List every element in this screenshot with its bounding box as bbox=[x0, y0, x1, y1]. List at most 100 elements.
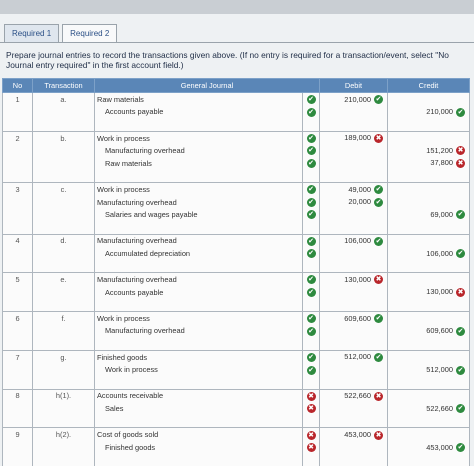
credit-field[interactable] bbox=[388, 312, 470, 325]
journal-spacer-row bbox=[3, 454, 470, 466]
credit-field[interactable] bbox=[388, 350, 470, 363]
journal-line-row: Manufacturing overhead✔ 609,600✔ bbox=[3, 325, 470, 338]
amount-value: 210,000 bbox=[426, 107, 453, 116]
account-field[interactable]: Accounts payable bbox=[95, 106, 303, 119]
credit-field[interactable] bbox=[388, 428, 470, 441]
transaction-label: c. bbox=[33, 183, 95, 196]
account-status: ✔ bbox=[303, 157, 320, 170]
journal-line-row: Work in process✔512,000✔ bbox=[3, 363, 470, 376]
debit-field[interactable]: 522,660✖ bbox=[320, 389, 388, 402]
account-field[interactable]: Cost of goods sold bbox=[95, 428, 303, 441]
debit-field[interactable]: 512,000✔ bbox=[320, 350, 388, 363]
check-icon: ✔ bbox=[307, 95, 316, 104]
account-field[interactable]: Work in process bbox=[95, 131, 303, 144]
debit-field[interactable]: 453,000✖ bbox=[320, 428, 388, 441]
credit-field[interactable] bbox=[388, 131, 470, 144]
journal-line-row: 3c.Work in process✔49,000✔ bbox=[3, 183, 470, 196]
debit-field[interactable]: 49,000✔ bbox=[320, 183, 388, 196]
account-field[interactable]: Accumulated depreciation bbox=[95, 247, 303, 260]
journal-spacer-row bbox=[3, 118, 470, 131]
debit-field[interactable] bbox=[320, 106, 388, 119]
account-field[interactable]: Manufacturing overhead bbox=[95, 144, 303, 157]
debit-field[interactable]: 20,000✔ bbox=[320, 196, 388, 209]
account-field[interactable]: Manufacturing overhead bbox=[95, 325, 303, 338]
account-field[interactable]: Manufacturing overhead bbox=[95, 196, 303, 209]
credit-field[interactable]: 522,660✔ bbox=[388, 402, 470, 415]
account-field[interactable]: Accounts payable bbox=[95, 286, 303, 299]
account-field[interactable]: Accounts receivable bbox=[95, 389, 303, 402]
journal-line-row: 1a.Raw materials✔210,000✔ bbox=[3, 93, 470, 106]
debit-field[interactable]: 130,000✖ bbox=[320, 273, 388, 286]
credit-field[interactable] bbox=[388, 389, 470, 402]
transaction-label: f. bbox=[33, 312, 95, 325]
account-field[interactable]: Sales bbox=[95, 402, 303, 415]
credit-field bbox=[388, 170, 470, 183]
account-field bbox=[95, 299, 303, 312]
transaction-label bbox=[33, 299, 95, 312]
credit-field bbox=[388, 260, 470, 273]
col-header-no: No bbox=[3, 79, 33, 93]
debit-field[interactable] bbox=[320, 325, 388, 338]
account-field[interactable]: Salaries and wages payable bbox=[95, 208, 303, 221]
account-status: ✔ bbox=[303, 196, 320, 209]
account-status: ✔ bbox=[303, 325, 320, 338]
credit-field[interactable]: 130,000✖ bbox=[388, 286, 470, 299]
credit-field bbox=[388, 415, 470, 428]
account-field[interactable]: Finished goods bbox=[95, 441, 303, 454]
entry-number bbox=[3, 157, 33, 170]
check-icon: ✔ bbox=[374, 237, 383, 246]
debit-field[interactable] bbox=[320, 363, 388, 376]
account-field bbox=[95, 118, 303, 131]
account-field[interactable]: Work in process bbox=[95, 183, 303, 196]
credit-field[interactable]: 106,000✔ bbox=[388, 247, 470, 260]
debit-field[interactable] bbox=[320, 441, 388, 454]
debit-field[interactable] bbox=[320, 286, 388, 299]
credit-field[interactable]: 151,200✖ bbox=[388, 144, 470, 157]
credit-field[interactable]: 37,800✖ bbox=[388, 157, 470, 170]
transaction-label bbox=[33, 454, 95, 466]
debit-field[interactable] bbox=[320, 144, 388, 157]
credit-field[interactable] bbox=[388, 196, 470, 209]
account-status: ✖ bbox=[303, 389, 320, 402]
account-field[interactable]: Work in process bbox=[95, 312, 303, 325]
amount-value: 609,600 bbox=[426, 326, 453, 335]
tab-required-2[interactable]: Required 2 bbox=[62, 24, 117, 43]
journal-body: 1a.Raw materials✔210,000✔Accounts payabl… bbox=[3, 93, 470, 466]
debit-field[interactable] bbox=[320, 402, 388, 415]
account-status: ✔ bbox=[303, 144, 320, 157]
debit-field[interactable]: 106,000✔ bbox=[320, 234, 388, 247]
cross-icon: ✖ bbox=[374, 134, 383, 143]
account-status: ✔ bbox=[303, 273, 320, 286]
credit-field[interactable]: 609,600✔ bbox=[388, 325, 470, 338]
account-field[interactable]: Manufacturing overhead bbox=[95, 273, 303, 286]
debit-field[interactable] bbox=[320, 157, 388, 170]
debit-field[interactable]: 609,600✔ bbox=[320, 312, 388, 325]
amount-value: 106,000 bbox=[344, 236, 371, 245]
credit-field[interactable]: 210,000✔ bbox=[388, 106, 470, 119]
account-field[interactable]: Raw materials bbox=[95, 93, 303, 106]
tab-required-1[interactable]: Required 1 bbox=[4, 24, 59, 43]
account-field bbox=[95, 415, 303, 428]
account-field[interactable]: Finished goods bbox=[95, 350, 303, 363]
account-field bbox=[95, 337, 303, 350]
credit-field[interactable] bbox=[388, 93, 470, 106]
debit-field[interactable]: 210,000✔ bbox=[320, 93, 388, 106]
credit-field[interactable] bbox=[388, 273, 470, 286]
account-status: ✖ bbox=[303, 441, 320, 454]
credit-field[interactable]: 512,000✔ bbox=[388, 363, 470, 376]
transaction-label bbox=[33, 196, 95, 209]
debit-field[interactable] bbox=[320, 247, 388, 260]
entry-number bbox=[3, 402, 33, 415]
debit-field[interactable]: 189,000✖ bbox=[320, 131, 388, 144]
account-field bbox=[95, 376, 303, 389]
credit-field[interactable] bbox=[388, 183, 470, 196]
debit-field[interactable] bbox=[320, 208, 388, 221]
account-field[interactable]: Manufacturing overhead bbox=[95, 234, 303, 247]
account-field[interactable]: Work in process bbox=[95, 363, 303, 376]
credit-field[interactable] bbox=[388, 234, 470, 247]
account-field[interactable]: Raw materials bbox=[95, 157, 303, 170]
credit-field[interactable]: 69,000✔ bbox=[388, 208, 470, 221]
journal-spacer-row bbox=[3, 221, 470, 234]
credit-field[interactable]: 453,000✔ bbox=[388, 441, 470, 454]
amount-value: 522,660 bbox=[426, 404, 453, 413]
